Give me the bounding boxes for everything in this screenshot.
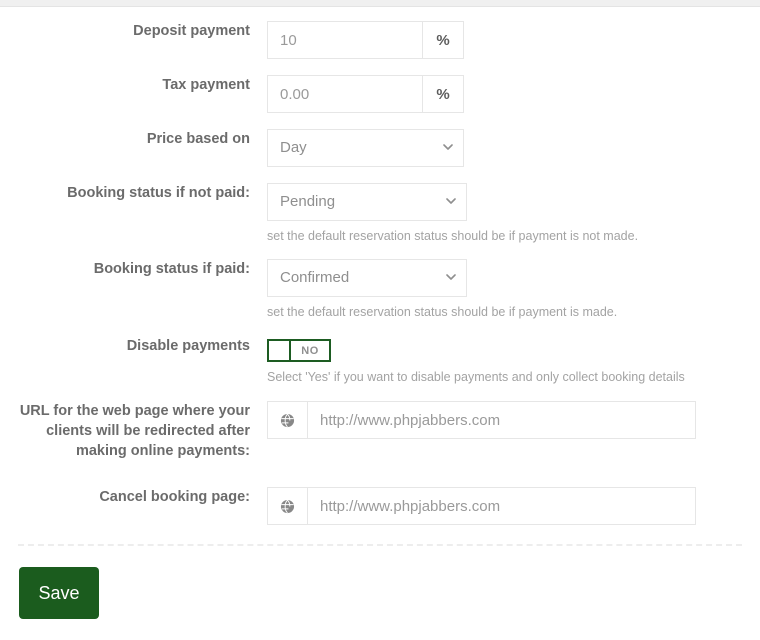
tax-payment-input-group: % <box>267 75 760 113</box>
section-divider <box>18 544 742 546</box>
label-booking-status-paid: Booking status if paid: <box>93 261 250 277</box>
deposit-payment-input[interactable] <box>267 21 422 59</box>
help-text-booking-status-not-paid: set the default reservation status shoul… <box>267 229 639 243</box>
percent-addon: % <box>422 21 464 59</box>
form-row-booking-status-not-paid: Booking status if not paid: Pending set … <box>0 167 760 244</box>
form-row-disable-payments: Disable payments NO Select 'Yes' if you … <box>0 320 760 385</box>
form-row-price-based-on: Price based on Day <box>0 113 760 167</box>
globe-icon <box>267 401 307 439</box>
booking-status-paid-select[interactable]: Confirmed <box>267 259 467 297</box>
label-booking-status-not-paid: Booking status if not paid: <box>67 185 250 201</box>
toggle-knob <box>269 341 291 360</box>
help-text-disable-payments: Select 'Yes' if you want to disable paym… <box>267 370 685 384</box>
form-row-tax-payment: Tax payment % <box>0 59 760 113</box>
form-row-cancel-booking-page: Cancel booking page: <box>0 461 760 525</box>
payment-settings-form: Deposit payment % Tax payment % Price ba… <box>0 8 760 525</box>
redirect-url-input-group <box>267 401 760 439</box>
label-disable-payments: Disable payments <box>126 338 250 354</box>
form-row-booking-status-paid: Booking status if paid: Confirmed set th… <box>0 244 760 320</box>
booking-status-paid-select-wrap: Confirmed <box>267 259 467 297</box>
top-bar <box>0 0 760 7</box>
percent-addon: % <box>422 75 464 113</box>
form-row-redirect-url: URL for the web page where your clients … <box>0 385 760 461</box>
tax-payment-input[interactable] <box>267 75 422 113</box>
redirect-url-input[interactable] <box>307 401 696 439</box>
booking-status-not-paid-select[interactable]: Pending <box>267 183 467 221</box>
price-based-on-select-wrap: Day <box>267 129 464 167</box>
label-deposit-payment: Deposit payment <box>133 23 250 39</box>
form-row-deposit-payment: Deposit payment % <box>0 8 760 59</box>
label-cancel-booking-page: Cancel booking page: <box>99 489 250 505</box>
label-price-based-on: Price based on <box>146 131 250 147</box>
globe-icon <box>267 487 307 525</box>
label-redirect-url: URL for the web page where your clients … <box>19 403 250 459</box>
price-based-on-select[interactable]: Day <box>267 129 464 167</box>
booking-status-not-paid-select-wrap: Pending <box>267 183 467 221</box>
toggle-state-label: NO <box>301 344 319 357</box>
save-button[interactable]: Save <box>19 567 99 619</box>
label-tax-payment: Tax payment <box>162 77 250 93</box>
disable-payments-toggle[interactable]: NO <box>267 339 331 362</box>
cancel-booking-page-input-group <box>267 487 760 525</box>
cancel-booking-page-input[interactable] <box>307 487 696 525</box>
settings-page: Deposit payment % Tax payment % Price ba… <box>0 0 760 640</box>
deposit-payment-input-group: % <box>267 21 760 59</box>
help-text-booking-status-paid: set the default reservation status shoul… <box>267 305 618 319</box>
